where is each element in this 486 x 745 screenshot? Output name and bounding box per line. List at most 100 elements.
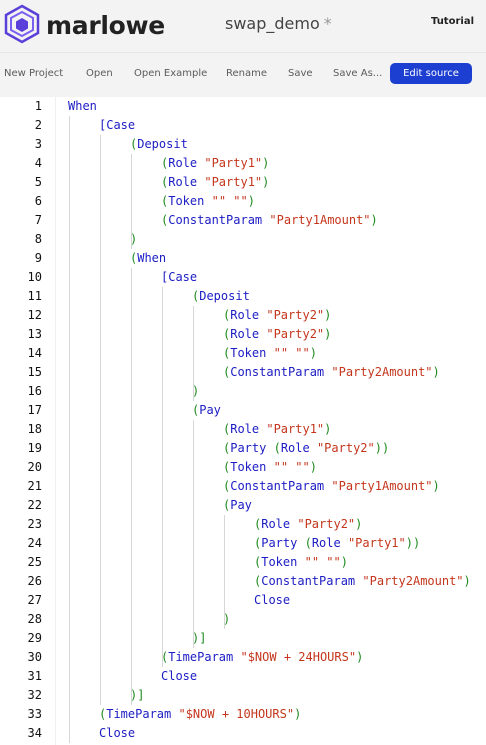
code-token: "Party1" xyxy=(204,175,263,189)
code-line[interactable]: 3 (Deposit xyxy=(0,135,486,154)
line-number: 21 xyxy=(27,479,42,493)
line-number: 23 xyxy=(27,517,42,531)
code-line[interactable]: 5 (Role "Party1") xyxy=(0,173,486,192)
new-project-button[interactable]: New Project xyxy=(4,68,63,79)
code-line[interactable]: 15 (ConstantParam "Party2Amount") xyxy=(0,363,486,382)
code-token: Token xyxy=(230,460,274,474)
line-number: 34 xyxy=(27,726,42,740)
code-line[interactable]: 27 Close xyxy=(0,591,486,610)
code-text: (When xyxy=(130,249,166,268)
code-line[interactable]: 6 (Token "" "") xyxy=(0,192,486,211)
code-token: ) xyxy=(340,555,348,569)
code-line[interactable]: 10 [Case xyxy=(0,268,486,287)
code-text: (TimeParam "$NOW + 10HOURS") xyxy=(99,705,301,724)
code-line[interactable]: 4 (Role "Party1") xyxy=(0,154,486,173)
code-line[interactable]: 33 (TimeParam "$NOW + 10HOURS") xyxy=(0,705,486,724)
code-token: Pay xyxy=(199,403,221,417)
open-example-button[interactable]: Open Example xyxy=(134,68,207,79)
code-editor[interactable]: 1 When 2 [Case 3 (Deposit 4 (Role "Party1") 5 (Ro… xyxy=(0,97,486,745)
code-token: When xyxy=(137,251,167,265)
code-line[interactable]: 21 (ConstantParam "Party1Amount") xyxy=(0,477,486,496)
code-token: "" "" xyxy=(211,194,248,208)
code-text: Close xyxy=(161,667,197,686)
code-token: ) xyxy=(463,574,471,588)
line-number: 30 xyxy=(27,650,42,664)
code-line[interactable]: 25 (Token "" "") xyxy=(0,553,486,572)
edit-source-button[interactable]: Edit source xyxy=(390,63,472,84)
code-token: Role xyxy=(230,327,267,341)
indent-guide xyxy=(131,268,132,705)
code-line[interactable]: 23 (Role "Party2") xyxy=(0,515,486,534)
code-text: (Role "Party2") xyxy=(254,515,362,534)
code-token: ) xyxy=(432,479,440,493)
code-token: "$NOW + 10HOURS" xyxy=(178,707,295,721)
code-text: (Token "" "") xyxy=(254,553,348,572)
save-button[interactable]: Save xyxy=(288,68,313,79)
project-title: swap_demo * xyxy=(225,14,332,33)
logo[interactable]: marlowe xyxy=(4,4,165,44)
code-line[interactable]: 2 [Case xyxy=(0,116,486,135)
code-line[interactable]: 32)] xyxy=(0,686,486,705)
code-line[interactable]: 20 (Token "" "") xyxy=(0,458,486,477)
code-line[interactable]: 31 Close xyxy=(0,667,486,686)
code-line[interactable]: 13 (Role "Party2") xyxy=(0,325,486,344)
code-token: )) xyxy=(405,536,421,550)
code-token: Pay xyxy=(230,498,252,512)
code-line[interactable]: 22 (Pay xyxy=(0,496,486,515)
code-line[interactable]: 9 (When xyxy=(0,249,486,268)
line-number: 28 xyxy=(27,612,42,626)
line-number: 8 xyxy=(34,232,42,246)
code-token: ) xyxy=(432,365,440,379)
code-text: (ConstantParam "Party2Amount") xyxy=(254,572,471,591)
tutorial-link[interactable]: Tutorial xyxy=(431,16,474,27)
code-line[interactable]: 11 (Deposit xyxy=(0,287,486,306)
code-line[interactable]: 12 (Role "Party2") xyxy=(0,306,486,325)
code-token: "Party1Amount" xyxy=(331,479,433,493)
line-number: 7 xyxy=(34,213,42,227)
code-line[interactable]: 7 (ConstantParam "Party1Amount") xyxy=(0,211,486,230)
save-as-button[interactable]: Save As... xyxy=(333,68,382,79)
line-number: 16 xyxy=(27,384,42,398)
rename-button[interactable]: Rename xyxy=(226,68,267,79)
brand-name: marlowe xyxy=(46,10,165,40)
code-text: (Token "" "") xyxy=(223,344,317,363)
line-number: 12 xyxy=(27,308,42,322)
code-text: [Case xyxy=(99,116,135,135)
open-button[interactable]: Open xyxy=(86,68,113,79)
code-line[interactable]: 28) xyxy=(0,610,486,629)
code-line[interactable]: 30 (TimeParam "$NOW + 24HOURS") xyxy=(0,648,486,667)
code-line[interactable]: 19 (Party (Role "Party2")) xyxy=(0,439,486,458)
code-token: "Party2" xyxy=(316,441,375,455)
code-line[interactable]: 17 (Pay xyxy=(0,401,486,420)
line-number: 11 xyxy=(27,289,42,303)
line-number: 31 xyxy=(27,669,42,683)
code-token: ) xyxy=(309,460,317,474)
code-line[interactable]: 1 When xyxy=(0,97,486,116)
code-token: "$NOW + 24HOURS" xyxy=(240,650,357,664)
code-text: (Deposit xyxy=(192,287,250,306)
code-token: Deposit xyxy=(199,289,250,303)
line-number: 17 xyxy=(27,403,42,417)
line-number: 3 xyxy=(34,137,42,151)
code-line[interactable]: 18 (Role "Party1") xyxy=(0,420,486,439)
code-token: ConstantParam xyxy=(168,213,270,227)
code-text: (Pay xyxy=(192,401,221,420)
code-line[interactable]: 8) xyxy=(0,230,486,249)
indent-guide xyxy=(193,420,194,648)
code-line[interactable]: 16) xyxy=(0,382,486,401)
line-number: 18 xyxy=(27,422,42,436)
code-line[interactable]: 24 (Party (Role "Party1")) xyxy=(0,534,486,553)
code-token: TimeParam xyxy=(106,707,179,721)
code-line[interactable]: 14 (Token "" "") xyxy=(0,344,486,363)
code-token: Close xyxy=(99,726,136,740)
code-token: ) xyxy=(247,194,255,208)
line-number: 22 xyxy=(27,498,42,512)
code-line[interactable]: 34 Close xyxy=(0,724,486,743)
line-number: 29 xyxy=(27,631,42,645)
code-line[interactable]: 29)] xyxy=(0,629,486,648)
code-line[interactable]: 26 (ConstantParam "Party2Amount") xyxy=(0,572,486,591)
line-number: 9 xyxy=(34,251,42,265)
code-token: "" "" xyxy=(304,555,341,569)
app-header: marlowe swap_demo * Tutorial xyxy=(0,0,486,52)
line-number: 33 xyxy=(27,707,42,721)
